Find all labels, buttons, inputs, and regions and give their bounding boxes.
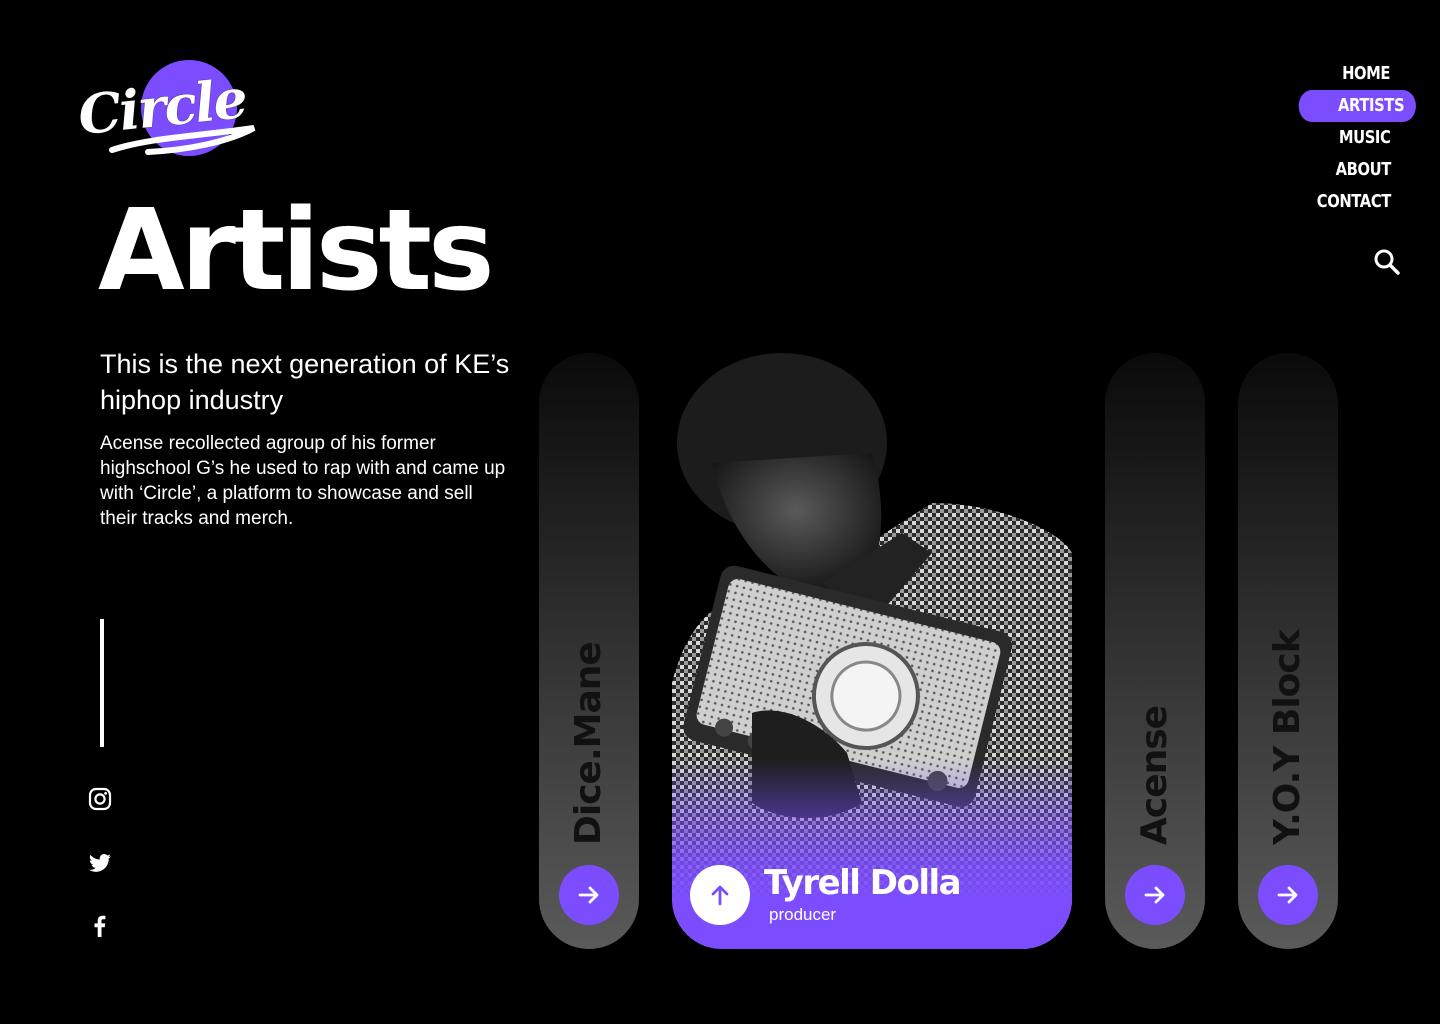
featured-artist-role: producer bbox=[769, 905, 837, 924]
arrow-right-button[interactable] bbox=[1258, 865, 1318, 925]
featured-artist-card[interactable]: Tyrell Dolla producer bbox=[672, 353, 1072, 949]
arrow-up-icon bbox=[711, 885, 729, 906]
arrow-right-button[interactable] bbox=[1125, 865, 1185, 925]
page-subtitle: This is the next generation of KE’s hiph… bbox=[100, 349, 510, 415]
page-title: Artists bbox=[98, 186, 495, 316]
arrow-up-button[interactable] bbox=[690, 865, 750, 925]
nav-item-artists[interactable]: ARTISTS bbox=[1299, 90, 1416, 122]
facebook-icon[interactable] bbox=[88, 914, 112, 938]
arrow-right-icon bbox=[578, 886, 599, 904]
circle-logo[interactable]: Circle bbox=[75, 58, 258, 158]
artist-name: Acense bbox=[1134, 705, 1175, 845]
arrow-right-icon bbox=[1277, 886, 1298, 904]
twitter-icon[interactable] bbox=[88, 851, 112, 875]
nav-item-home[interactable]: HOME bbox=[1342, 58, 1402, 90]
artist-card-yoy-block[interactable]: Y.O.Y Block bbox=[1238, 353, 1338, 949]
main-nav: HOME ARTISTS MUSIC ABOUT CONTACT bbox=[1273, 58, 1416, 218]
logo-swoosh bbox=[109, 125, 256, 155]
artist-name: Y.O.Y Block bbox=[1267, 630, 1308, 845]
search-icon[interactable] bbox=[1372, 247, 1402, 277]
nav-item-music[interactable]: MUSIC bbox=[1339, 122, 1402, 154]
featured-artist-name: Tyrell Dolla bbox=[764, 863, 962, 903]
arrow-right-button[interactable] bbox=[559, 865, 619, 925]
arrow-right-icon bbox=[1144, 886, 1165, 904]
vertical-divider bbox=[100, 619, 104, 747]
page-description: Acense recollected agroup of his former … bbox=[100, 433, 506, 529]
artist-card-acense[interactable]: Acense bbox=[1105, 353, 1205, 949]
artist-name: Dice.Mane bbox=[568, 642, 609, 845]
nav-item-contact[interactable]: CONTACT bbox=[1316, 186, 1402, 218]
artist-card-dice-mane[interactable]: Dice.Mane bbox=[539, 353, 639, 949]
instagram-icon[interactable] bbox=[88, 787, 112, 811]
nav-item-about[interactable]: ABOUT bbox=[1335, 154, 1402, 186]
